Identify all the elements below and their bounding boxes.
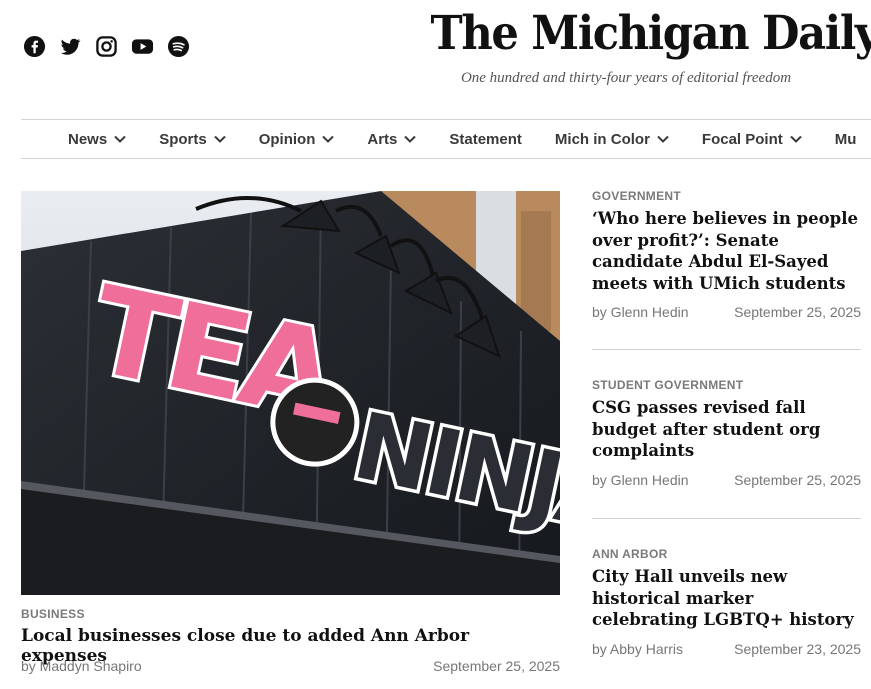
article-date: September 25, 2025 — [734, 471, 861, 488]
side-article: GOVERNMENT ‘Who here believes in people … — [592, 189, 861, 320]
nav-item-focal-point[interactable]: Focal Point — [702, 131, 802, 148]
article-title[interactable]: ‘Who here believes in people over profit… — [592, 208, 861, 294]
article-author[interactable]: by Abby Harris — [592, 641, 683, 657]
primary-nav: News Sports Opinion Arts Statement Mich … — [21, 119, 871, 159]
article-divider — [592, 349, 861, 350]
nav-item-label: Focal Point — [701, 130, 783, 148]
article-title[interactable]: City Hall unveils new historical marker … — [592, 566, 861, 631]
chevron-down-icon — [657, 135, 669, 143]
nav-item-label: Mu — [834, 130, 857, 148]
article-category[interactable]: GOVERNMENT — [592, 189, 861, 203]
article-title[interactable]: CSG passes revised fall budget after stu… — [592, 397, 861, 462]
nav-item-label: News — [68, 130, 108, 148]
article-author[interactable]: by Glenn Hedin — [592, 472, 689, 488]
side-article: STUDENT GOVERNMENT CSG passes revised fa… — [592, 378, 861, 488]
article-meta: by Abby Harris September 23, 2025 — [592, 641, 861, 657]
featured-article-author[interactable]: by Maddyn Shapiro — [21, 658, 142, 674]
featured-article-image[interactable]: TEA NINJA — [21, 191, 560, 595]
facebook-icon[interactable] — [23, 35, 46, 58]
chevron-down-icon — [404, 135, 417, 143]
site-tagline: One hundred and thirty-four years of edi… — [460, 70, 792, 86]
spotify-icon[interactable] — [167, 35, 190, 58]
article-meta: by Glenn Hedin September 25, 2025 — [592, 472, 861, 488]
article-divider — [592, 518, 861, 519]
nav-item-label: Statement — [449, 130, 522, 148]
featured-article-meta: by Maddyn Shapiro September 25, 2025 — [21, 658, 560, 674]
nav-item-label: Mich in Color — [554, 130, 650, 148]
youtube-icon[interactable] — [131, 35, 154, 58]
chevron-down-icon — [790, 135, 802, 143]
nav-item-arts[interactable]: Arts — [367, 130, 417, 148]
featured-article-category[interactable]: BUSINESS — [21, 607, 85, 621]
featured-article-date: September 25, 2025 — [433, 658, 560, 674]
twitter-icon[interactable] — [59, 35, 82, 58]
chevron-down-icon — [114, 135, 126, 143]
site-logo[interactable]: The Michigan Daily — [431, 4, 871, 64]
article-meta: by Glenn Hedin September 25, 2025 — [592, 304, 861, 320]
nav-item-statement[interactable]: Statement — [449, 131, 522, 148]
chevron-down-icon — [213, 135, 226, 143]
nav-item-mich-in-color[interactable]: Mich in Color — [555, 131, 669, 148]
nav-item-news[interactable]: News — [68, 131, 126, 148]
article-date: September 23, 2025 — [734, 640, 861, 657]
nav-item-opinion[interactable]: Opinion — [259, 131, 335, 148]
article-date: September 25, 2025 — [734, 304, 861, 320]
article-category[interactable]: ANN ARBOR — [592, 547, 861, 561]
nav-item-music[interactable]: Mu — [835, 131, 857, 148]
social-links — [23, 35, 190, 58]
nav-item-sports[interactable]: Sports — [159, 131, 226, 148]
nav-item-label: Sports — [159, 130, 207, 148]
nav-item-label: Arts — [367, 130, 398, 148]
masthead: The Michigan Daily One hundred and thirt… — [414, 4, 871, 87]
side-article: ANN ARBOR City Hall unveils new historic… — [592, 547, 861, 657]
instagram-icon[interactable] — [95, 35, 118, 58]
article-author[interactable]: by Glenn Hedin — [592, 304, 689, 320]
article-category[interactable]: STUDENT GOVERNMENT — [592, 378, 861, 392]
nav-item-label: Opinion — [258, 130, 316, 148]
chevron-down-icon — [322, 135, 335, 143]
